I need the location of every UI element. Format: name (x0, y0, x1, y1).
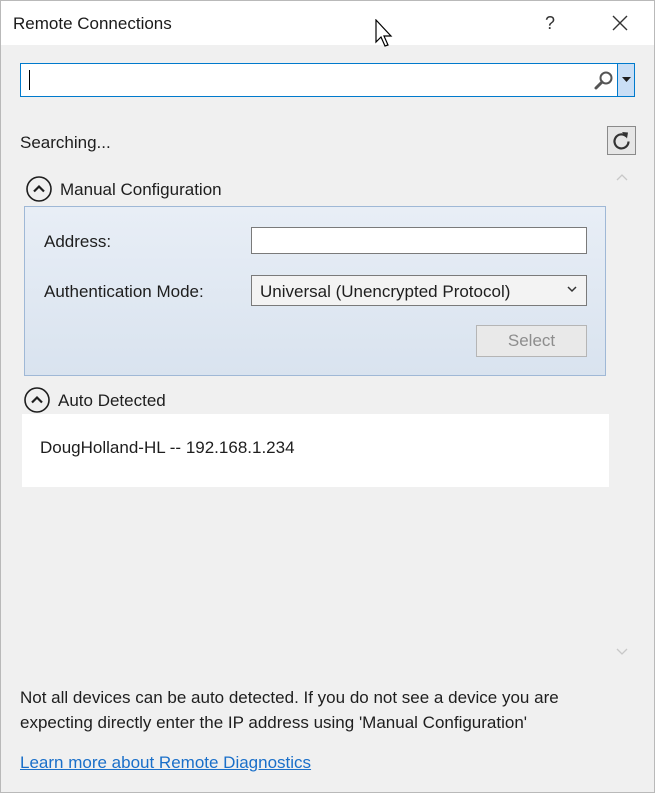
authentication-mode-select[interactable]: Universal (Unencrypted Protocol) (251, 275, 587, 306)
authentication-mode-value: Universal (Unencrypted Protocol) (260, 282, 511, 301)
address-field[interactable] (251, 227, 587, 254)
search-status: Searching... (20, 133, 111, 152)
refresh-icon (613, 132, 630, 150)
remote-connections-dialog: Remote Connections ? Searching... Manual… (0, 0, 655, 793)
learn-more-link[interactable]: Learn more about Remote Diagnostics (20, 753, 311, 773)
auto-detected-list: DougHolland-HL -- 192.168.1.234 (22, 414, 609, 487)
help-button[interactable]: ? (536, 9, 564, 37)
manual-configuration-header[interactable]: Manual Configuration (60, 180, 222, 200)
search-icon[interactable] (593, 70, 615, 92)
close-icon (612, 15, 628, 31)
scroll-up-icon[interactable] (615, 173, 629, 183)
dropdown-arrow-icon (622, 77, 631, 82)
list-item[interactable]: DougHolland-HL -- 192.168.1.234 (40, 438, 295, 458)
title-bar: Remote Connections ? (1, 1, 654, 45)
mouse-cursor-icon (375, 19, 393, 47)
authentication-mode-label: Authentication Mode: (44, 282, 204, 301)
auto-detect-note: Not all devices can be auto detected. If… (20, 688, 559, 732)
search-history-dropdown[interactable] (617, 63, 635, 97)
refresh-button[interactable] (607, 126, 636, 155)
close-button[interactable] (605, 9, 635, 37)
search-input[interactable] (20, 63, 618, 97)
scroll-down-icon[interactable] (615, 646, 629, 656)
collapse-auto-detected-icon[interactable] (24, 387, 50, 413)
select-button[interactable]: Select (476, 325, 587, 357)
text-caret (29, 70, 30, 90)
collapse-manual-icon[interactable] (26, 176, 52, 202)
auto-detected-header[interactable]: Auto Detected (58, 391, 166, 411)
address-label: Address: (44, 232, 112, 251)
window-title: Remote Connections (13, 14, 172, 33)
chevron-down-icon (567, 286, 577, 293)
